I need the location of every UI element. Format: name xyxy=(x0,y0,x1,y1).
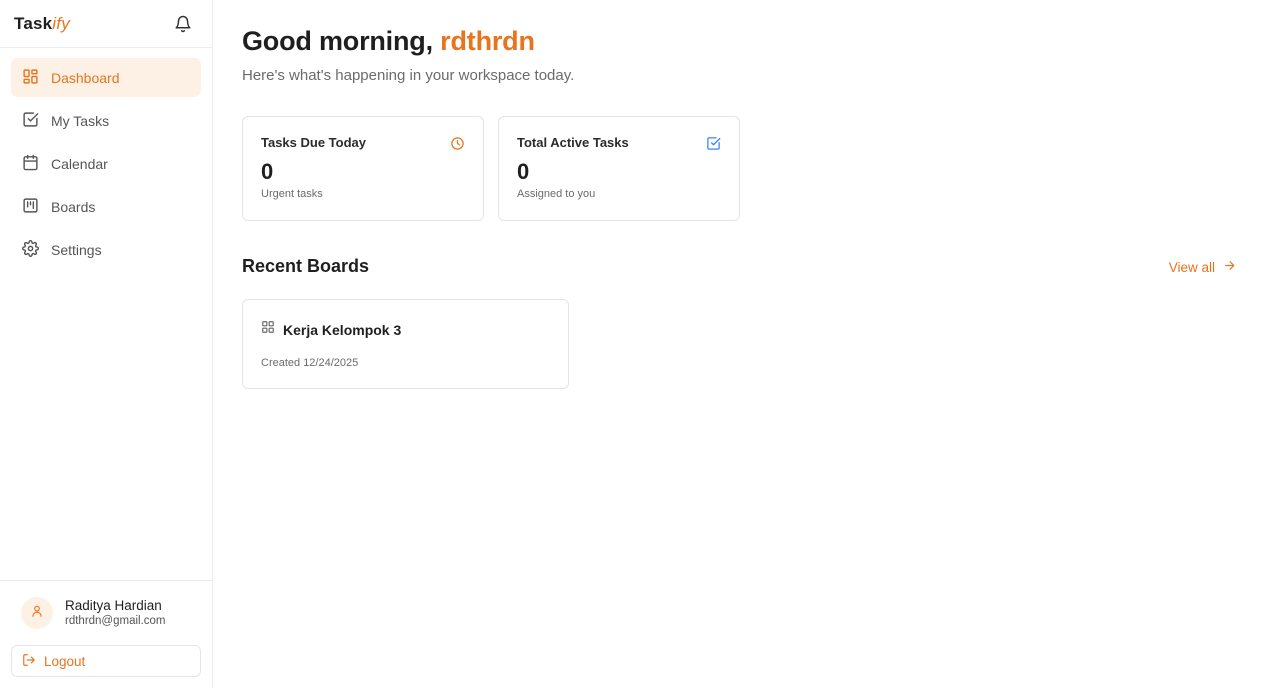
board-grid-icon xyxy=(261,320,275,339)
grid-icon xyxy=(22,68,39,88)
greeting-prefix: Good morning, xyxy=(242,26,441,56)
stat-card-due-today: Tasks Due Today 0 Urgent tasks xyxy=(242,116,484,221)
clock-icon xyxy=(450,136,465,156)
sidebar-item-label: Dashboard xyxy=(51,69,120,86)
stat-caption: Urgent tasks xyxy=(261,188,323,200)
user-info: Raditya Hardian rdthrdn@gmail.com xyxy=(65,598,166,629)
sidebar-item-label: Settings xyxy=(51,241,102,258)
sidebar-item-boards[interactable]: Boards xyxy=(11,187,201,226)
page-subtitle: Here's what's happening in your workspac… xyxy=(242,67,575,84)
logout-icon xyxy=(22,653,36,670)
sidebar-item-settings[interactable]: Settings xyxy=(11,230,201,269)
greeting-username: rdthrdn xyxy=(440,26,535,56)
app-root: Taskify Dashboard My Tasks Calendar Boar… xyxy=(0,0,1280,688)
bell-icon[interactable] xyxy=(174,15,192,33)
user-profile[interactable]: Raditya Hardian rdthrdn@gmail.com xyxy=(11,593,201,633)
view-all-link[interactable]: View all xyxy=(1169,259,1236,275)
logo-main: Task xyxy=(14,13,53,33)
app-logo[interactable]: Taskify xyxy=(14,14,70,34)
board-title-row: Kerja Kelompok 3 xyxy=(261,320,550,339)
logo-accent: ify xyxy=(52,13,70,33)
check-square-icon xyxy=(706,136,721,156)
stat-value: 0 xyxy=(517,159,530,184)
board-name: Kerja Kelompok 3 xyxy=(283,321,402,338)
sidebar-item-label: Boards xyxy=(51,198,96,215)
stat-caption: Assigned to you xyxy=(517,188,596,200)
arrow-right-icon xyxy=(1223,259,1236,275)
sidebar-nav: Dashboard My Tasks Calendar Boards Setti… xyxy=(0,48,212,279)
avatar xyxy=(21,597,53,629)
sidebar-footer: Raditya Hardian rdthrdn@gmail.com Logout xyxy=(0,580,212,688)
board-created-date: Created 12/24/2025 xyxy=(261,357,359,369)
calendar-icon xyxy=(22,154,39,174)
sidebar-item-dashboard[interactable]: Dashboard xyxy=(11,58,201,97)
logout-button[interactable]: Logout xyxy=(11,645,201,677)
gear-icon xyxy=(22,239,39,260)
sidebar-header: Taskify xyxy=(0,0,212,48)
stat-title: Tasks Due Today xyxy=(261,135,366,150)
sidebar-item-my-tasks[interactable]: My Tasks xyxy=(11,101,201,140)
main-content: Good morning, rdthrdn Here's what's happ… xyxy=(213,0,1280,688)
sidebar-item-label: Calendar xyxy=(51,155,108,172)
logout-label: Logout xyxy=(44,653,86,669)
stat-title: Total Active Tasks xyxy=(517,135,629,150)
checkbox-icon xyxy=(22,111,39,131)
sidebar: Taskify Dashboard My Tasks Calendar Boar… xyxy=(0,0,213,688)
page-title: Good morning, rdthrdn xyxy=(242,26,535,57)
stat-value: 0 xyxy=(261,159,274,184)
view-all-label: View all xyxy=(1168,259,1215,275)
recent-boards-title: Recent Boards xyxy=(242,256,370,276)
sidebar-item-calendar[interactable]: Calendar xyxy=(11,144,201,183)
kanban-icon xyxy=(22,197,39,217)
user-email: rdthrdn@gmail.com xyxy=(65,614,166,627)
user-name: Raditya Hardian xyxy=(65,597,162,613)
board-card[interactable]: Kerja Kelompok 3 Created 12/24/2025 xyxy=(242,299,569,389)
user-icon xyxy=(30,604,44,623)
stat-card-active-tasks: Total Active Tasks 0 Assigned to you xyxy=(498,116,740,221)
sidebar-item-label: My Tasks xyxy=(51,112,110,129)
